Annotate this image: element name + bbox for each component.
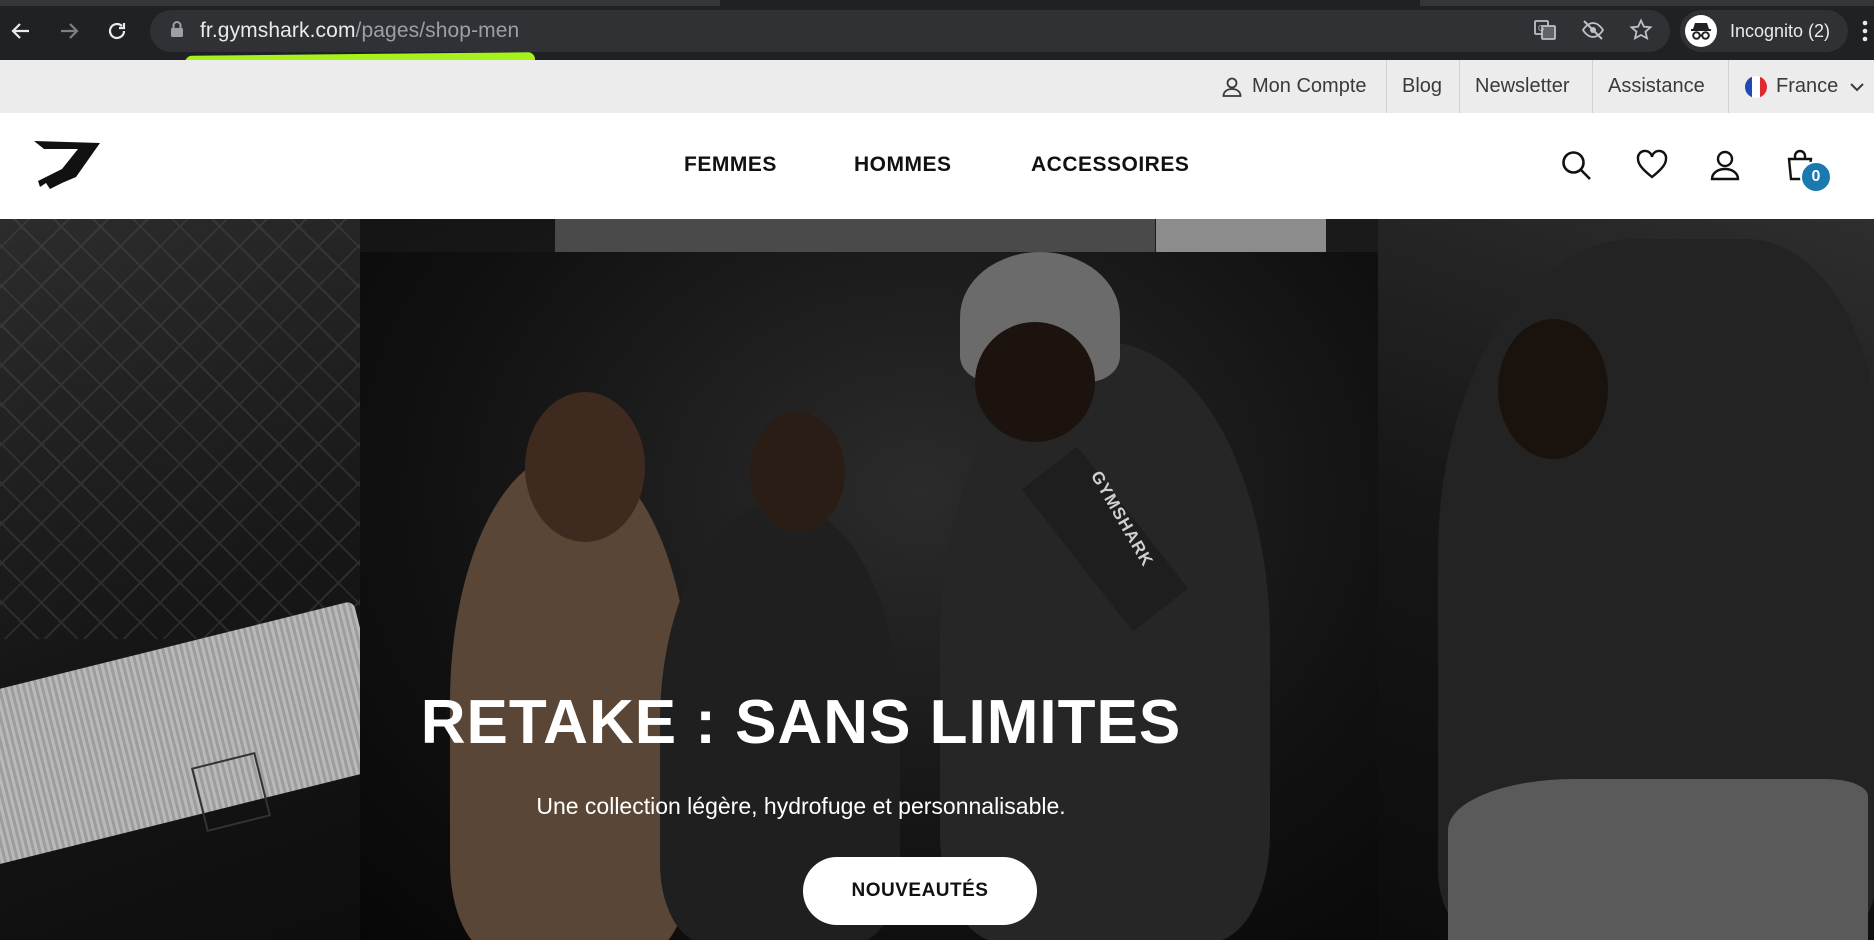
utility-bar: Mon Compte Blog Newsletter Assistance Fr…: [0, 60, 1874, 113]
browser-toolbar: fr.gymshark.com/pages/shop-men G Incogni…: [0, 0, 1874, 60]
incognito-profile-button[interactable]: Incognito (2): [1680, 10, 1848, 52]
quilted-jacket-texture: [0, 219, 360, 639]
menu-kebab-icon[interactable]: [1862, 20, 1868, 42]
hooded-figure-face: [1498, 319, 1608, 459]
account-icon: [1222, 77, 1242, 97]
gymshark-logo-icon[interactable]: [32, 137, 104, 193]
svg-text:G: G: [1538, 24, 1544, 33]
support-link[interactable]: Assistance: [1592, 60, 1720, 113]
active-tab-edge: [720, 0, 1420, 6]
hero-image-top-strip: [555, 219, 1155, 252]
hero-subtitle: Une collection légère, hydrofuge et pers…: [536, 793, 1066, 819]
new-arrivals-button[interactable]: NOUVEAUTÉS: [803, 857, 1037, 925]
figure-right-head: [975, 322, 1095, 442]
figure-left-head: [525, 392, 645, 542]
chevron-down-icon: [1850, 82, 1864, 91]
blog-link[interactable]: Blog: [1386, 60, 1457, 113]
hero-image-right: [1378, 219, 1874, 940]
translate-icon[interactable]: G: [1533, 18, 1557, 42]
account-link[interactable]: Mon Compte: [1205, 60, 1382, 113]
eye-off-icon[interactable]: [1581, 18, 1605, 42]
url-path: /pages/shop-men: [355, 19, 520, 42]
incognito-label: Incognito (2): [1730, 21, 1831, 41]
blog-link-label: Blog: [1402, 75, 1443, 97]
hero-title: RETAKE : SANS LIMITES: [420, 688, 1182, 757]
hero-banner: GYMSHARK RETAKE : SANS LIMITES Une colle…: [0, 219, 1874, 940]
back-button[interactable]: [4, 14, 38, 48]
nav-link-accessoires[interactable]: ACCESSOIRES: [1031, 153, 1189, 177]
newsletter-link[interactable]: Newsletter: [1459, 60, 1584, 113]
reload-button[interactable]: [100, 14, 134, 48]
country-label: France: [1776, 75, 1839, 97]
reload-icon: [108, 22, 126, 40]
account-icon[interactable]: [1709, 149, 1741, 181]
back-icon: [11, 23, 29, 39]
star-icon[interactable]: [1629, 18, 1653, 42]
nav-link-femmes[interactable]: FEMMES: [684, 153, 777, 177]
hero-image-left: [0, 219, 395, 940]
wishlist-heart-icon[interactable]: [1636, 149, 1668, 181]
incognito-icon: [1685, 15, 1717, 47]
france-flag-icon: [1745, 75, 1767, 98]
search-icon[interactable]: [1560, 149, 1592, 181]
cart-count-badge[interactable]: 0: [1800, 161, 1832, 193]
hero-image-center: [360, 252, 1378, 940]
forward-icon: [61, 23, 79, 39]
hero-image-top-strip-light: [1156, 219, 1326, 252]
country-selector[interactable]: France: [1728, 60, 1874, 113]
address-bar-url[interactable]: fr.gymshark.com/pages/shop-men: [200, 19, 519, 43]
figure-right: [940, 342, 1270, 940]
nav-link-hommes[interactable]: HOMMES: [854, 153, 952, 177]
account-link-label: Mon Compte: [1252, 75, 1367, 97]
figure-middle-head: [750, 412, 845, 532]
newsletter-link-label: Newsletter: [1475, 75, 1570, 97]
url-host: fr.gymshark.com: [200, 19, 356, 42]
lock-icon[interactable]: [170, 20, 184, 38]
main-header: FEMMES HOMMES ACCESSOIRES 0: [0, 113, 1874, 219]
support-link-label: Assistance: [1608, 75, 1705, 97]
forward-button[interactable]: [52, 14, 86, 48]
